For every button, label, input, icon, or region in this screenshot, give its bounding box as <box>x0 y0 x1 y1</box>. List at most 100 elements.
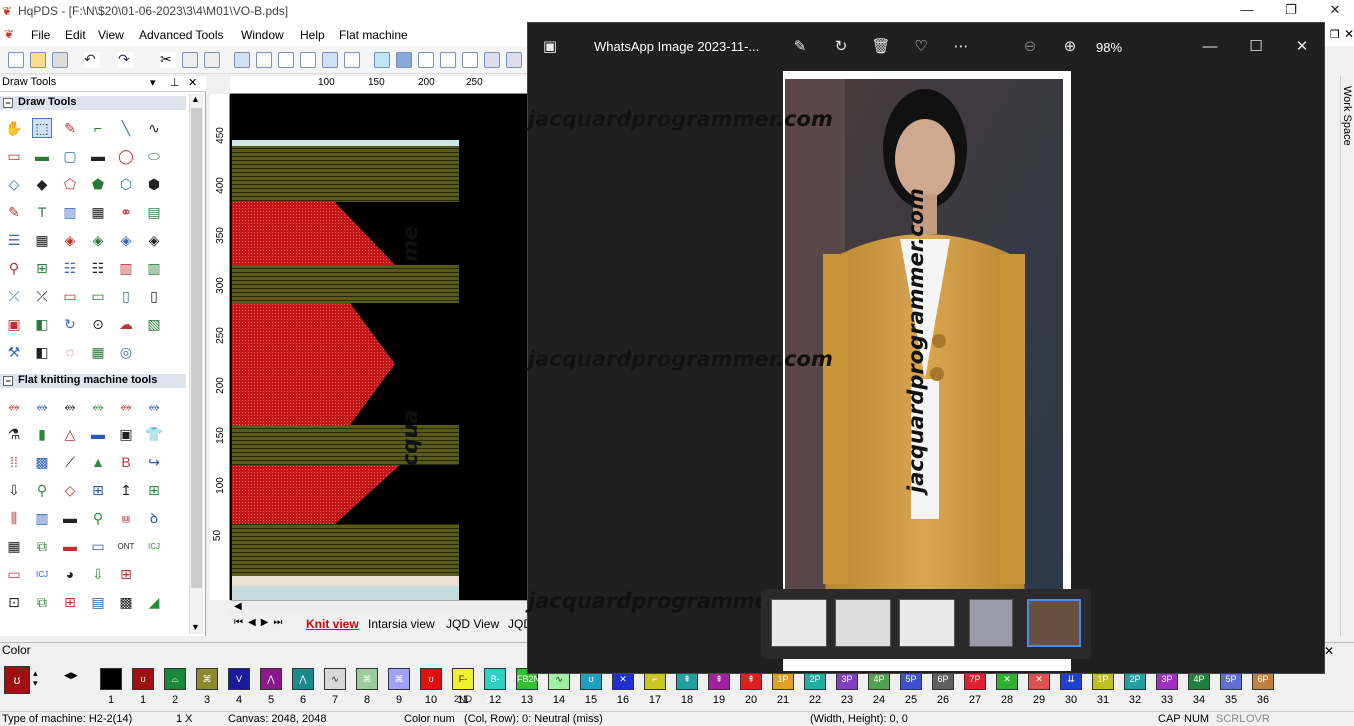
color-swatch[interactable]: ⋀ <box>292 668 314 690</box>
draw-tool-icon[interactable]: ☁ <box>116 314 136 334</box>
knitting-tool-icon[interactable]: ◇ <box>60 480 80 500</box>
draw-tool-icon[interactable]: ◧ <box>32 314 52 334</box>
thumbnail-4[interactable] <box>969 599 1013 647</box>
knitting-tool-icon[interactable]: ⇩ <box>4 480 24 500</box>
knitting-tool-icon[interactable]: ⊞ <box>88 480 108 500</box>
menu-help[interactable]: Help <box>300 28 325 42</box>
knitting-tool-icon[interactable]: ⥈ <box>60 396 80 416</box>
draw-tool-icon[interactable]: ▯ <box>144 286 164 306</box>
knitting-tool-icon[interactable]: ▩ <box>32 452 52 472</box>
panel-scrollbar[interactable]: ▲ ▼ <box>189 94 203 634</box>
knitting-tool-icon[interactable]: 👕 <box>144 424 164 444</box>
viewer-close-button[interactable]: ✕ <box>1292 37 1312 57</box>
draw-tool-icon[interactable]: ↻ <box>60 314 80 334</box>
draw-tool-icon[interactable]: ▥ <box>60 202 80 222</box>
more-options-icon[interactable]: ⋯ <box>951 37 971 57</box>
select-icon[interactable] <box>300 52 316 68</box>
knitting-tool-icon[interactable]: ⊞ <box>144 480 164 500</box>
knitting-tool-icon[interactable]: ⥈ <box>32 396 52 416</box>
menu-window[interactable]: Window <box>241 28 284 42</box>
scroll-up-icon[interactable]: ▲ <box>191 94 200 104</box>
paste-icon[interactable] <box>204 52 220 68</box>
info-icon[interactable] <box>256 52 272 68</box>
draw-tool-icon[interactable]: T <box>32 202 52 222</box>
new-file-icon[interactable] <box>8 52 24 68</box>
copy-icon[interactable] <box>182 52 198 68</box>
knitting-tool-icon[interactable]: ▭ <box>88 536 108 556</box>
knitting-tool-icon[interactable]: ONT <box>116 536 136 556</box>
draw-tool-icon[interactable]: ◎ <box>116 342 136 362</box>
knitting-tool-icon[interactable]: △ <box>60 424 80 444</box>
draw-tool-icon[interactable]: ◈ <box>116 230 136 250</box>
thumbnail-1[interactable] <box>771 599 827 647</box>
pattern-icon[interactable] <box>396 52 412 68</box>
knitting-tool-icon[interactable]: ▣ <box>116 424 136 444</box>
undo-icon[interactable]: ↶ <box>84 52 100 68</box>
rotate-icon[interactable]: ↻ <box>831 37 851 57</box>
draw-tool-icon[interactable]: ⬢ <box>144 174 164 194</box>
loop-icon[interactable] <box>322 52 338 68</box>
draw-tool-icon[interactable]: ▤ <box>144 202 164 222</box>
draw-tool-icon[interactable]: ✎ <box>4 202 24 222</box>
draw-tool-icon[interactable]: ▯ <box>116 286 136 306</box>
knitting-tool-icon[interactable]: ⁞⁞ <box>4 452 24 472</box>
draw-tool-icon[interactable]: ⌐ <box>88 118 108 138</box>
knitting-tool-icon[interactable]: ▤ <box>88 592 108 612</box>
dropdown-icon[interactable]: ▾ <box>150 76 156 89</box>
draw-tool-icon[interactable]: ⚲ <box>4 258 24 278</box>
scroll-left-icon[interactable]: ◀ <box>234 601 242 612</box>
draw-tool-icon[interactable]: ⬭ <box>144 146 164 166</box>
zoom-out-icon[interactable]: ⊖ <box>1020 37 1040 57</box>
knit-canvas[interactable]: me cqua <box>230 94 530 600</box>
draw-tool-icon[interactable]: ▢ <box>60 146 80 166</box>
close-panel-icon[interactable]: ✕ <box>188 76 197 89</box>
knitting-tool-icon[interactable]: ▬ <box>60 508 80 528</box>
draw-tool-icon[interactable]: ⊞ <box>32 258 52 278</box>
color-swatch[interactable]: ⌘ <box>356 668 378 690</box>
collapse-icon[interactable]: − <box>3 98 13 108</box>
app-menu-icon[interactable]: ❦ <box>4 27 14 41</box>
menu-file[interactable]: File <box>31 28 50 42</box>
draw-tool-icon[interactable]: ⊙ <box>88 314 108 334</box>
draw-tool-icon[interactable]: ✋ <box>4 118 24 138</box>
knitting-tool-icon[interactable]: ⥈ <box>116 396 136 416</box>
snowflake-icon[interactable] <box>374 52 390 68</box>
draw-tool-icon[interactable]: ▦ <box>32 230 52 250</box>
stitch-icon[interactable] <box>418 52 434 68</box>
workspace-strip[interactable]: Work Space <box>1340 76 1354 636</box>
thumbnail-2[interactable] <box>835 599 891 647</box>
knitting-tool-icon[interactable]: ⥈ <box>4 396 24 416</box>
color-swatch[interactable]: ⌓ <box>164 668 186 690</box>
close-button[interactable]: ✕ <box>1320 2 1350 22</box>
menu-edit[interactable]: Edit <box>65 28 86 42</box>
draw-tool-icon[interactable]: ▦ <box>88 202 108 222</box>
knitting-tool-icon[interactable]: ▭ <box>4 564 24 584</box>
draw-tool-icon[interactable]: ◧ <box>32 342 52 362</box>
draw-tool-icon[interactable]: ◯ <box>116 146 136 166</box>
knitting-tool-icon[interactable]: ⚗ <box>4 424 24 444</box>
knitting-tool-icon[interactable]: ▬ <box>88 424 108 444</box>
close-color-panel-icon[interactable]: ✕ <box>1324 644 1334 658</box>
knitting-tool-icon[interactable]: ↥ <box>116 480 136 500</box>
open-file-icon[interactable] <box>30 52 46 68</box>
scroll-thumb[interactable] <box>191 108 202 588</box>
draw-tool-icon[interactable]: ☷ <box>60 258 80 278</box>
draw-tool-icon[interactable]: ▦ <box>88 342 108 362</box>
collapse-icon[interactable]: − <box>3 376 13 386</box>
machine-icon[interactable] <box>440 52 456 68</box>
knitting-tool-icon[interactable]: ▮ <box>32 424 52 444</box>
draw-tool-icon[interactable]: ⬚ <box>32 118 52 138</box>
draw-tool-icon[interactable]: ◌ <box>60 342 80 362</box>
mdi-restore-icon[interactable]: ❐ <box>1330 28 1340 41</box>
zoom-in-icon[interactable]: ⊕ <box>1060 37 1080 57</box>
viewer-minimize-button[interactable]: — <box>1200 37 1220 57</box>
knitting-tool-icon[interactable]: ▲ <box>88 452 108 472</box>
draw-tool-icon[interactable]: ◈ <box>88 230 108 250</box>
draw-tool-icon[interactable]: ▧ <box>144 314 164 334</box>
color-swatch[interactable] <box>100 668 122 690</box>
save-icon[interactable] <box>52 52 68 68</box>
canvas-hscroll[interactable]: ◀ <box>230 600 530 614</box>
scroll-down-icon[interactable]: ▼ <box>191 622 200 632</box>
draw-tools-group[interactable]: − Draw Tools <box>0 96 186 110</box>
cut-icon[interactable]: ✂ <box>160 52 176 68</box>
